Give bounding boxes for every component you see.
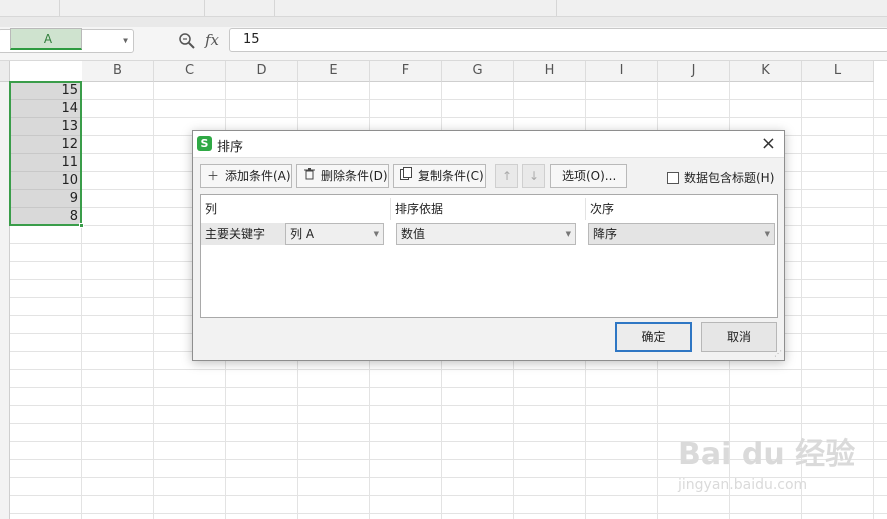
arrow-down-icon: ↓	[529, 169, 540, 183]
column-header-l[interactable]: L	[802, 61, 874, 82]
chevron-down-icon[interactable]: ▼	[123, 30, 128, 52]
dialog-title: 排序	[217, 140, 244, 155]
cell-a5[interactable]: 11	[10, 154, 81, 172]
checkbox-box[interactable]	[667, 172, 679, 184]
column-header-j[interactable]: J	[658, 61, 730, 82]
header-sort-on: 排序依据	[391, 198, 586, 220]
cell-a1[interactable]: 15	[10, 82, 81, 100]
delete-condition-button[interactable]: 删除条件(D)	[296, 164, 389, 188]
column-header-h[interactable]: H	[514, 61, 586, 82]
move-up-button[interactable]: ↑	[495, 164, 518, 188]
watermark: Bai du 经验 jingyan.baidu.com	[678, 440, 868, 500]
toolbar-gap	[0, 17, 887, 27]
formula-bar: A1 ▼ fx 15	[0, 27, 887, 61]
sort-on-select[interactable]: 数值 ▼	[396, 223, 576, 245]
cell-a6[interactable]: 10	[10, 172, 81, 190]
column-select-value: 列 A	[290, 227, 315, 241]
cell-a8[interactable]: 8	[10, 208, 81, 226]
cell-a7[interactable]: 9	[10, 190, 81, 208]
header-order: 次序	[590, 202, 615, 216]
column-header-i[interactable]: I	[586, 61, 658, 82]
column-a-cells: 15 14 13 12 11 10 9 8	[10, 82, 81, 226]
arrow-up-icon: ↑	[502, 169, 513, 183]
formula-input[interactable]: 15	[229, 28, 887, 52]
wps-logo-icon: S	[197, 136, 212, 151]
order-select[interactable]: 降序 ▼	[588, 223, 775, 245]
cancel-button[interactable]: 取消	[701, 322, 777, 352]
column-header-e[interactable]: E	[298, 61, 370, 82]
row-headers[interactable]	[0, 82, 10, 519]
sort-dialog: S 排序 × ＋ 添加条件(A) 删除条件(D) 复制条件(C) ↑ ↓ 选项(O…	[192, 130, 785, 361]
column-select[interactable]: 列 A ▼	[285, 223, 384, 245]
watermark-main: Bai du 经验	[678, 437, 856, 472]
copy-condition-label: 复制条件(C)	[418, 169, 484, 183]
fx-icon[interactable]: fx	[205, 31, 219, 49]
order-select-value: 降序	[593, 227, 618, 241]
move-down-button[interactable]: ↓	[522, 164, 545, 188]
primary-key-label: 主要关键字	[201, 223, 285, 245]
add-condition-label: 添加条件(A)	[225, 169, 291, 183]
cell-a3[interactable]: 13	[10, 118, 81, 136]
select-all-corner[interactable]	[0, 61, 10, 82]
chevron-down-icon: ▼	[373, 230, 379, 238]
column-header-f[interactable]: F	[370, 61, 442, 82]
header-checkbox-label: 数据包含标题(H)	[684, 171, 775, 185]
plus-icon: ＋	[206, 169, 219, 183]
chevron-down-icon: ▼	[764, 230, 770, 238]
column-header-g[interactable]: G	[442, 61, 514, 82]
column-header-a[interactable]: A	[10, 28, 82, 50]
copy-condition-button[interactable]: 复制条件(C)	[393, 164, 486, 188]
chevron-down-icon: ▼	[565, 230, 571, 238]
zoom-icon[interactable]	[178, 32, 196, 50]
column-header-k[interactable]: K	[730, 61, 802, 82]
options-button[interactable]: 选项(O)...	[550, 164, 627, 188]
delete-condition-label: 删除条件(D)	[321, 169, 388, 183]
resize-grip-icon[interactable]: ⋰	[774, 349, 782, 358]
header-column: 列	[201, 198, 391, 220]
sort-conditions-table: 列 排序依据 次序 主要关键字 列 A ▼ 数值 ▼ 降序 ▼	[200, 194, 778, 318]
cell-a4[interactable]: 12	[10, 136, 81, 154]
column-header-d[interactable]: D	[226, 61, 298, 82]
options-label: 选项(O)...	[562, 169, 617, 183]
dialog-titlebar: S 排序 ×	[193, 131, 784, 158]
trash-icon	[301, 165, 317, 187]
copy-icon	[398, 165, 414, 187]
ok-button[interactable]: 确定	[615, 322, 692, 352]
column-header-b[interactable]: B	[82, 61, 154, 82]
header-checkbox[interactable]: 数据包含标题(H)	[667, 169, 774, 186]
close-icon[interactable]: ×	[761, 133, 776, 154]
add-condition-button[interactable]: ＋ 添加条件(A)	[200, 164, 292, 188]
cell-a2[interactable]: 14	[10, 100, 81, 118]
sort-on-select-value: 数值	[401, 227, 426, 241]
column-header-c[interactable]: C	[154, 61, 226, 82]
top-strip	[0, 0, 887, 17]
watermark-sub: jingyan.baidu.com	[678, 477, 808, 493]
